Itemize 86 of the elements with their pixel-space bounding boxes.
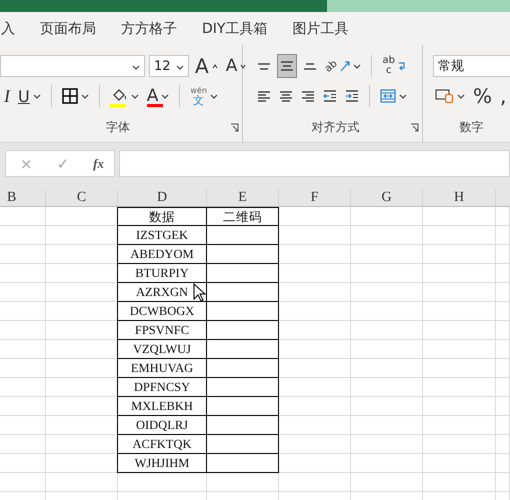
table-cell [207, 283, 279, 302]
ribbon-tab[interactable]: 方方格子 [121, 20, 177, 38]
column-header[interactable]: G [351, 189, 423, 206]
table-cell: 二维码 [207, 207, 279, 226]
table-cell [207, 378, 279, 397]
caret-icon [132, 64, 140, 70]
return-arrow-icon [398, 61, 406, 71]
table-cell [207, 340, 279, 359]
caret-icon [210, 94, 218, 98]
group-label: 对齐方式 [312, 119, 360, 136]
table-cell: ABEDYOM [117, 245, 207, 264]
caret-icon [80, 94, 89, 98]
table-cell [207, 245, 279, 264]
table-cell [207, 397, 279, 416]
table-cell: ACFKTQK [117, 435, 207, 454]
caret-icon [161, 94, 170, 98]
column-header[interactable]: D [118, 189, 207, 206]
phonetic-button[interactable]: wén 文 [188, 84, 220, 108]
ribbon-tab[interactable]: DIY工具箱 [202, 20, 268, 38]
increase-font-button[interactable]: A [193, 54, 220, 78]
align-left-icon [257, 90, 271, 102]
column-header[interactable]: E [207, 189, 279, 206]
table-cell [207, 264, 279, 283]
arrow-icon [340, 60, 350, 72]
caret-icon [457, 94, 465, 98]
font-name-field[interactable] [0, 55, 145, 77]
chevron-icon [212, 64, 218, 68]
orientation-button[interactable]: ab [323, 54, 364, 78]
caret-icon [399, 94, 407, 98]
group-label: 数字 [460, 119, 484, 136]
table-cell: EMHUVAG [117, 359, 207, 378]
align-bottom-icon [303, 62, 317, 70]
merge-cells-icon [380, 89, 396, 103]
mouse-pointer-icon [193, 283, 206, 303]
increase-indent-icon [345, 90, 359, 102]
column-header[interactable]: H [423, 189, 496, 206]
toolbar-button[interactable] [277, 54, 297, 78]
table-cell [207, 359, 279, 378]
align-right-icon [301, 90, 315, 102]
caret-icon [32, 94, 41, 98]
ribbon-tab[interactable]: 图片工具 [292, 20, 348, 38]
italic-button[interactable]: I [2, 84, 12, 108]
table-cell: OIDQLRJ [117, 416, 207, 435]
table-cell [207, 321, 279, 340]
table-cell: DPFNCSY [117, 378, 207, 397]
dialog-launcher-icon[interactable] [410, 123, 419, 132]
align-top-icon [257, 62, 271, 70]
borders-icon [62, 88, 78, 104]
ribbon-tab[interactable]: 入 [1, 20, 15, 38]
decrease-indent-icon [323, 90, 337, 102]
caret-icon [176, 64, 184, 70]
chevron-icon [240, 64, 246, 68]
table-cell [207, 435, 279, 454]
number-format-field[interactable]: 常规 [433, 55, 510, 77]
font-color-button[interactable]: A [144, 84, 172, 108]
column-header[interactable]: B [0, 189, 46, 206]
table-cell [207, 226, 279, 245]
table-cell: FPSVNFC [117, 321, 207, 340]
column-header[interactable]: C [46, 189, 118, 206]
ribbon-tab[interactable]: 页面布局 [40, 20, 96, 38]
group-label: 字体 [106, 119, 130, 136]
table-cell: WJHJIHM [117, 454, 207, 473]
insert-function-button[interactable]: fx [93, 156, 104, 172]
table-cell: VZQLWUJ [117, 340, 207, 359]
accounting-icon [435, 88, 454, 104]
wrap-text-button[interactable]: ab c [380, 54, 408, 78]
number-format-button[interactable]: % [471, 84, 494, 108]
table-cell: IZSTGEK [117, 226, 207, 245]
decrease-font-button[interactable]: A [224, 54, 248, 78]
align-middle-icon [280, 60, 294, 72]
column-header[interactable]: F [279, 189, 351, 206]
number-format-button[interactable]: , [498, 84, 508, 108]
formula-input[interactable] [119, 150, 510, 177]
table-cell: 数据 [117, 207, 207, 226]
table-cell [207, 454, 279, 473]
table-cell [207, 416, 279, 435]
font-size-field[interactable]: 12 [149, 55, 189, 77]
caret-icon [353, 64, 362, 68]
dialog-launcher-icon[interactable] [230, 123, 239, 132]
table-cell: BTURPIY [117, 264, 207, 283]
caret-icon [130, 94, 139, 98]
underline-button[interactable]: U [16, 84, 43, 108]
table-cell: DCWBOGX [117, 302, 207, 321]
align-center-icon [279, 90, 293, 102]
table-cell: MXLEBKH [117, 397, 207, 416]
table-cell [207, 302, 279, 321]
